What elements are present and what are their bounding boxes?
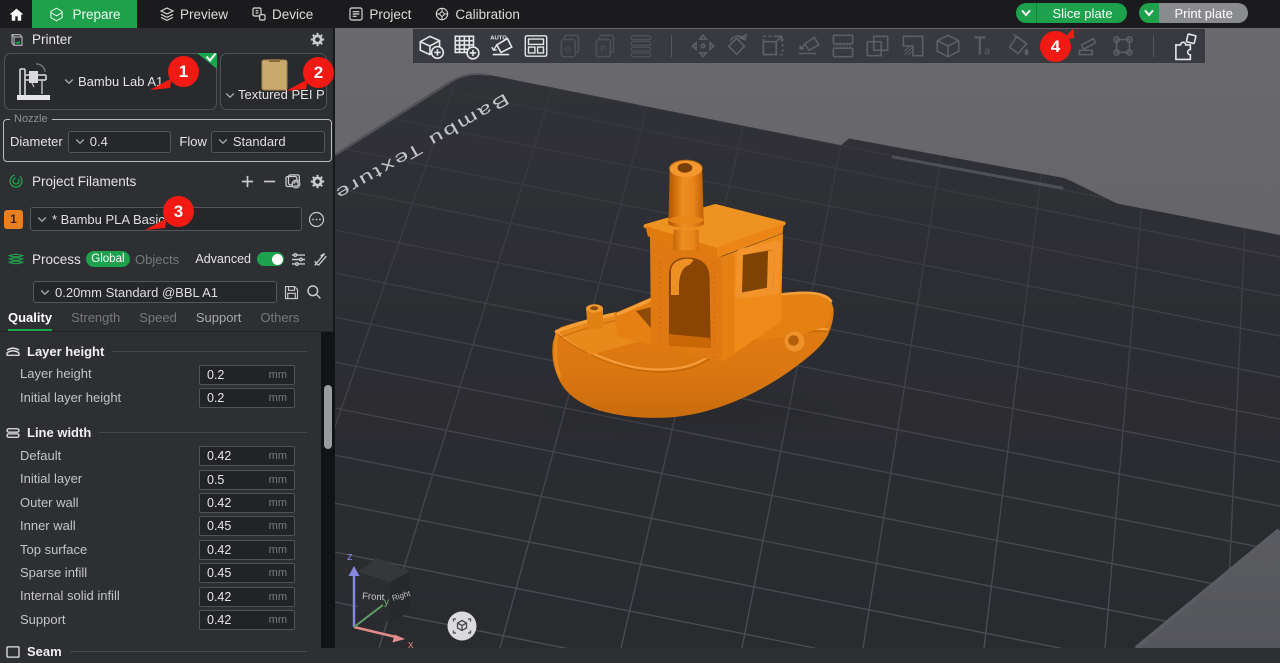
svg-text:P: P (600, 44, 606, 55)
svg-text:x: x (408, 639, 414, 648)
svg-text:a: a (984, 46, 990, 58)
svg-text:z: z (347, 551, 353, 563)
svg-text:0: 0 (565, 44, 570, 55)
svg-text:Front: Front (362, 591, 385, 603)
svg-text:y: y (384, 597, 389, 608)
svg-text:AUTO: AUTO (490, 36, 507, 42)
